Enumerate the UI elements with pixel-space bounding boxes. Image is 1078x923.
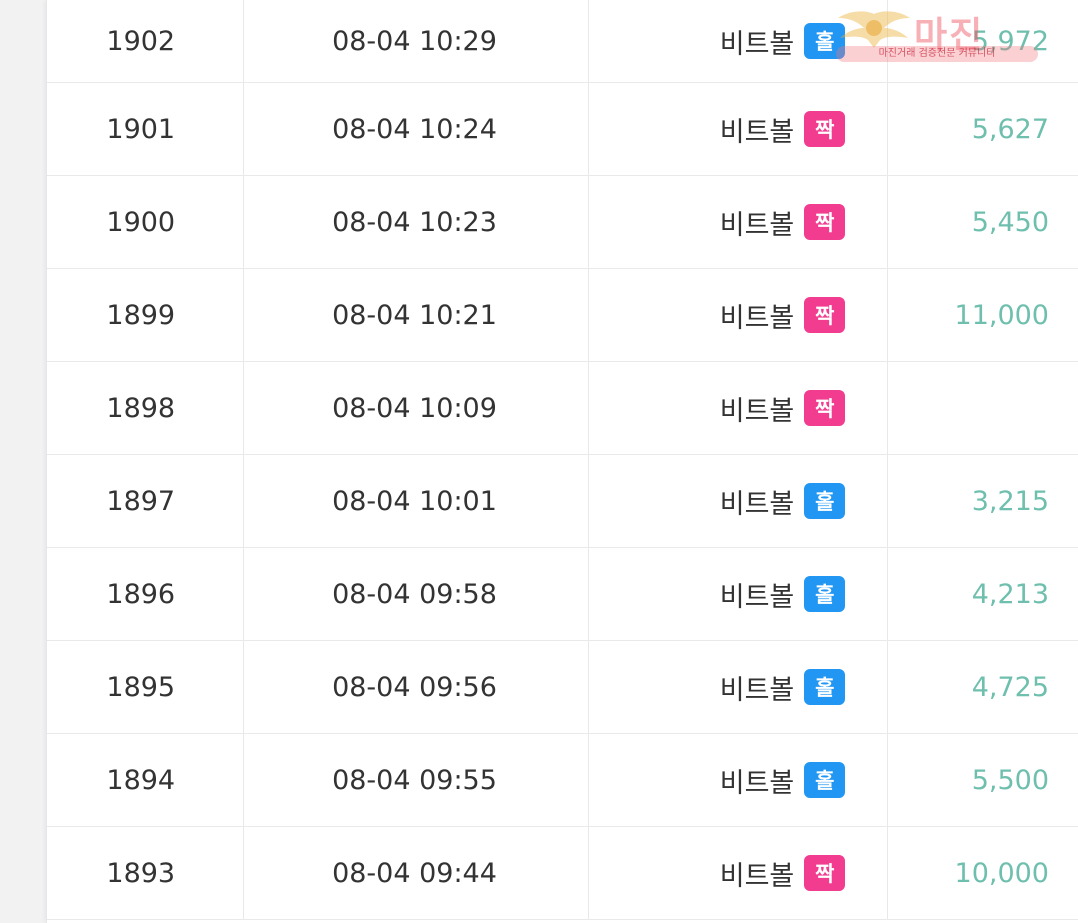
round-cell: 1893 xyxy=(47,826,244,920)
round-cell: 1895 xyxy=(47,640,244,734)
amount-cell: 5,450 xyxy=(887,175,1078,269)
round-cell: 1901 xyxy=(47,82,244,176)
amount-cell: 3,215 xyxy=(887,454,1078,548)
round-cell: 1902 xyxy=(47,0,244,83)
pick-badge: 홀 xyxy=(804,576,846,612)
pick-badge: 홀 xyxy=(804,483,846,519)
pick-badge: 홀 xyxy=(804,669,846,705)
pick-badge: 짝 xyxy=(804,855,846,891)
game-pick-group: 비트볼 홀 xyxy=(720,761,846,800)
game-name: 비트볼 xyxy=(719,767,795,799)
table-row[interactable]: 1895 08-04 09:56 비트볼 홀 4,725 xyxy=(47,640,1078,734)
amount-cell: 5,627 xyxy=(887,82,1078,176)
game-pick-group: 비트볼 짝 xyxy=(720,854,846,893)
pick-badge: 짝 xyxy=(804,390,846,426)
table-row[interactable]: 1901 08-04 10:24 비트볼 짝 5,627 xyxy=(47,82,1078,176)
pick-badge: 짝 xyxy=(804,204,846,240)
time-cell: 08-04 10:23 xyxy=(243,175,589,269)
pick-badge: 홀 xyxy=(804,762,846,798)
game-cell: 비트볼 홀 xyxy=(588,547,888,641)
site-watermark-logo: 마진 마진거래 검증전문 커뮤니티 xyxy=(836,8,1062,68)
game-cell: 비트볼 짝 xyxy=(588,361,888,455)
game-name: 비트볼 xyxy=(719,116,795,148)
game-pick-group: 비트볼 짝 xyxy=(720,389,846,428)
game-name: 비트볼 xyxy=(719,581,795,613)
time-cell: 08-04 10:24 xyxy=(243,82,589,176)
time-cell: 08-04 09:44 xyxy=(243,826,589,920)
game-cell: 비트볼 홀 xyxy=(588,640,888,734)
round-cell: 1897 xyxy=(47,454,244,548)
table-row[interactable]: 1896 08-04 09:58 비트볼 홀 4,213 xyxy=(47,547,1078,641)
game-pick-group: 비트볼 홀 xyxy=(720,482,846,521)
table-row[interactable]: 1899 08-04 10:21 비트볼 짝 11,000 xyxy=(47,268,1078,362)
results-table-body: 1902 08-04 10:29 비트볼 홀 5,972 1901 08-04 10:24 비… xyxy=(47,0,1078,920)
table-row[interactable]: 1900 08-04 10:23 비트볼 짝 5,450 xyxy=(47,175,1078,269)
round-cell: 1899 xyxy=(47,268,244,362)
watermark-subtitle: 마진거래 검증전문 커뮤니티 xyxy=(836,46,1038,62)
results-table-card: 1902 08-04 10:29 비트볼 홀 5,972 1901 08-04 10:24 비… xyxy=(46,0,1078,923)
amount-cell: 11,000 xyxy=(887,268,1078,362)
game-name: 비트볼 xyxy=(719,674,795,706)
game-cell: 비트볼 짝 xyxy=(588,175,888,269)
time-cell: 08-04 09:58 xyxy=(243,547,589,641)
round-cell: 1898 xyxy=(47,361,244,455)
game-name: 비트볼 xyxy=(719,302,795,334)
round-cell: 1894 xyxy=(47,733,244,827)
game-name: 비트볼 xyxy=(719,488,795,520)
game-cell: 비트볼 짝 xyxy=(588,268,888,362)
game-pick-group: 비트볼 홀 xyxy=(720,22,846,61)
time-cell: 08-04 10:21 xyxy=(243,268,589,362)
results-table: 1902 08-04 10:29 비트볼 홀 5,972 1901 08-04 10:24 비… xyxy=(47,0,1078,920)
game-cell: 비트볼 짝 xyxy=(588,82,888,176)
game-pick-group: 비트볼 홀 xyxy=(720,575,846,614)
game-pick-group: 비트볼 짝 xyxy=(720,110,846,149)
page-background: 1902 08-04 10:29 비트볼 홀 5,972 1901 08-04 10:24 비… xyxy=(0,0,1078,923)
time-cell: 08-04 10:09 xyxy=(243,361,589,455)
amount-cell: 4,725 xyxy=(887,640,1078,734)
game-cell: 비트볼 홀 xyxy=(588,733,888,827)
game-pick-group: 비트볼 짝 xyxy=(720,296,846,335)
game-cell: 비트볼 짝 xyxy=(588,826,888,920)
game-name: 비트볼 xyxy=(719,860,795,892)
table-row[interactable]: 1897 08-04 10:01 비트볼 홀 3,215 xyxy=(47,454,1078,548)
game-pick-group: 비트볼 짝 xyxy=(720,203,846,242)
game-name: 비트볼 xyxy=(719,209,795,241)
table-row[interactable]: 1894 08-04 09:55 비트볼 홀 5,500 xyxy=(47,733,1078,827)
game-name: 비트볼 xyxy=(719,28,795,60)
table-row[interactable]: 1898 08-04 10:09 비트볼 짝 xyxy=(47,361,1078,455)
amount-cell: 10,000 xyxy=(887,826,1078,920)
pick-badge: 짝 xyxy=(804,297,846,333)
amount-cell: 5,500 xyxy=(887,733,1078,827)
round-cell: 1900 xyxy=(47,175,244,269)
game-pick-group: 비트볼 홀 xyxy=(720,668,846,707)
time-cell: 08-04 09:56 xyxy=(243,640,589,734)
time-cell: 08-04 09:55 xyxy=(243,733,589,827)
pick-badge: 짝 xyxy=(804,111,846,147)
table-row[interactable]: 1893 08-04 09:44 비트볼 짝 10,000 xyxy=(47,826,1078,920)
game-name: 비트볼 xyxy=(719,395,795,427)
game-cell: 비트볼 홀 xyxy=(588,454,888,548)
round-cell: 1896 xyxy=(47,547,244,641)
time-cell: 08-04 10:01 xyxy=(243,454,589,548)
time-cell: 08-04 10:29 xyxy=(243,0,589,83)
amount-cell: 4,213 xyxy=(887,547,1078,641)
amount-cell xyxy=(887,361,1078,455)
